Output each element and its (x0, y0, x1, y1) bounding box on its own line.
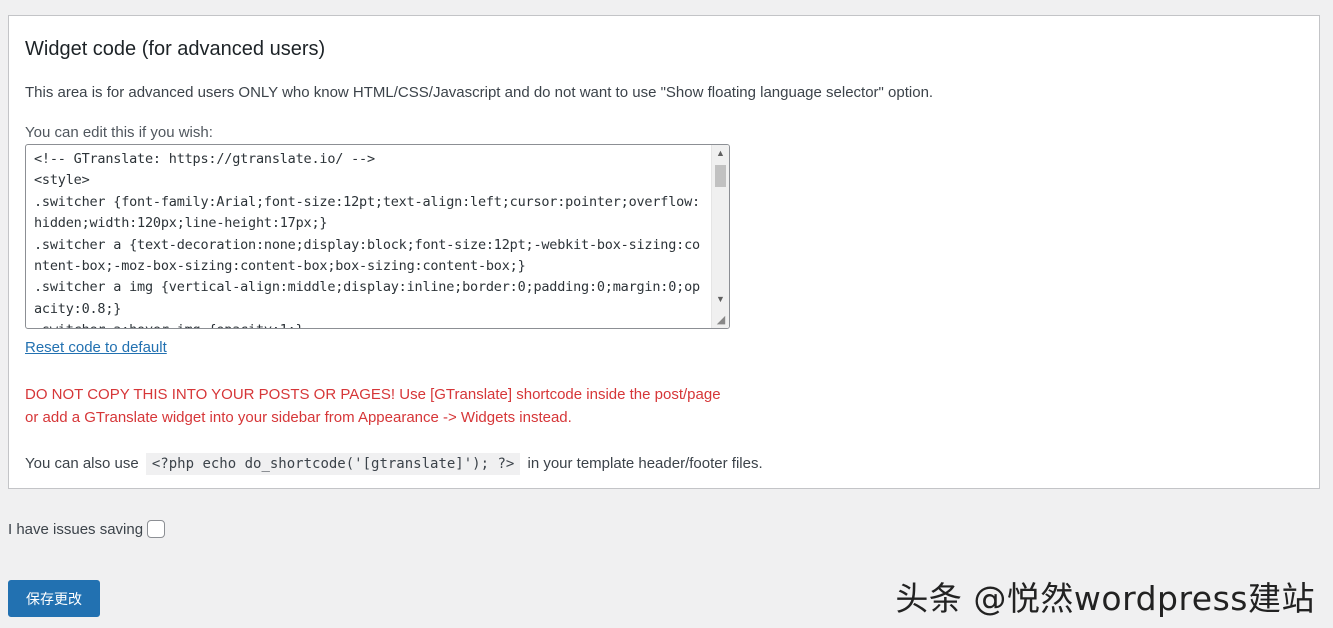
section-title: Widget code (for advanced users) (25, 38, 326, 60)
copy-warning: DO NOT COPY THIS INTO YOUR POSTS OR PAGE… (25, 383, 785, 429)
warning-line-2: or add a GTranslate widget into your sid… (25, 409, 572, 426)
shortcode-hint-prefix: You can also use (25, 455, 139, 472)
textarea-scrollbar[interactable]: ▲ ▼ ◢ (711, 145, 729, 328)
save-changes-button[interactable]: 保存更改 (8, 580, 100, 617)
edit-label: You can edit this if you wish: (25, 124, 213, 141)
shortcode-hint-suffix: in your template header/footer files. (527, 455, 763, 472)
php-shortcode-snippet: <?php echo do_shortcode('[gtranslate]');… (145, 453, 521, 475)
issues-saving-checkbox[interactable] (147, 520, 166, 538)
scroll-down-arrow-icon[interactable]: ▼ (712, 291, 729, 308)
widget-code-textarea[interactable]: <!-- GTranslate: https://gtranslate.io/ … (25, 144, 730, 329)
issues-saving-label: I have issues saving (8, 520, 144, 538)
widget-code-content[interactable]: <!-- GTranslate: https://gtranslate.io/ … (26, 145, 711, 328)
widget-code-panel: Widget code (for advanced users) This ar… (8, 15, 1320, 489)
shortcode-hint: You can also use <?php echo do_shortcode… (25, 451, 763, 477)
warning-line-1: DO NOT COPY THIS INTO YOUR POSTS OR PAGE… (25, 386, 721, 403)
scroll-up-arrow-icon[interactable]: ▲ (712, 145, 729, 162)
resize-grip-icon[interactable]: ◢ (715, 314, 727, 326)
watermark-text: 头条 @悦然wordpress建站 (895, 579, 1315, 618)
scrollbar-thumb[interactable] (715, 165, 726, 187)
reset-code-link[interactable]: Reset code to default (25, 339, 167, 356)
section-description: This area is for advanced users ONLY who… (25, 84, 934, 101)
issues-saving-row: I have issues saving (8, 520, 166, 538)
